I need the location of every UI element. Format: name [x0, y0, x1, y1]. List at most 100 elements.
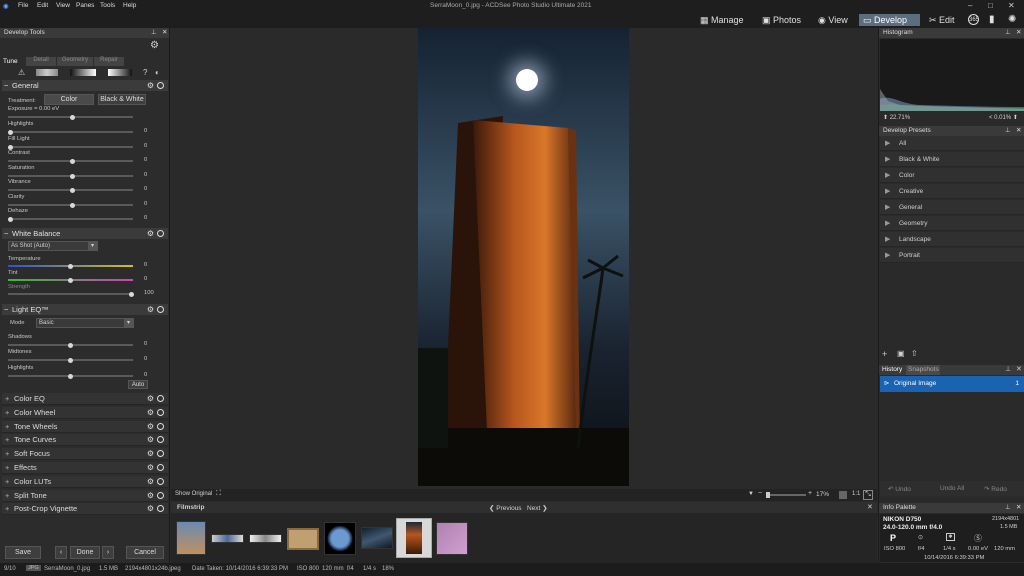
section-soft-focus[interactable]: + Soft Focus ⚙ [2, 448, 168, 461]
gear-icon[interactable]: ⚙ [147, 448, 154, 460]
slider-knob[interactable] [68, 357, 73, 363]
next-image-button[interactable]: › [102, 546, 114, 559]
slider-track[interactable] [8, 202, 133, 208]
tab-history[interactable]: History [882, 366, 902, 373]
section-post-crop-vignette[interactable]: + Post-Crop Vignette ⚙ [2, 503, 168, 516]
auto-button[interactable]: Auto [128, 380, 148, 389]
slider-knob[interactable] [70, 173, 75, 179]
section-tone-curves[interactable]: + Tone Curves ⚙ [2, 434, 168, 447]
filmstrip-thumbnail[interactable] [361, 527, 393, 549]
next-button[interactable]: Next ❯ [527, 504, 548, 512]
filmstrip-thumbnail-selected[interactable] [396, 518, 432, 558]
pin-icon[interactable]: ⊥ [151, 28, 157, 38]
section-effects[interactable]: + Effects ⚙ [2, 462, 168, 474]
close-icon[interactable]: ✕ [1008, 1, 1015, 10]
slider-track[interactable] [8, 216, 133, 222]
toggle-icon[interactable] [157, 408, 164, 416]
pin-icon[interactable]: ⊥ [1005, 126, 1011, 136]
section-color-luts[interactable]: + Color LUTs ⚙ [2, 475, 168, 488]
panel-close-icon[interactable]: ✕ [162, 28, 167, 38]
slider-track[interactable] [8, 342, 133, 348]
slider-knob[interactable] [68, 342, 73, 348]
tint-slider[interactable] [8, 277, 133, 283]
redo-button[interactable]: ↷ Redo [984, 485, 1007, 493]
cancel-button[interactable]: Cancel [126, 546, 164, 559]
pin-icon[interactable]: ⊥ [1005, 28, 1011, 38]
luminar-icon[interactable]: ✺ [1008, 14, 1016, 25]
panel-close-icon[interactable]: ✕ [1016, 365, 1022, 373]
toggle-icon[interactable] [157, 230, 164, 237]
filmstrip-toggle-icon[interactable] [36, 69, 58, 76]
slider-knob[interactable] [70, 202, 75, 208]
previous-button[interactable]: ❮ Previous [489, 504, 522, 512]
save-preset-icon[interactable]: ▣ [897, 349, 905, 358]
menu-view[interactable]: View [56, 2, 70, 9]
slider-track[interactable] [8, 173, 133, 179]
zoom-slider[interactable] [766, 492, 806, 498]
section-tone-wheels[interactable]: + Tone Wheels ⚙ [2, 420, 168, 433]
slider-knob[interactable] [766, 492, 770, 498]
prev-image-button[interactable]: ‹ [55, 546, 67, 559]
slider-track[interactable] [8, 373, 133, 379]
toggle-icon[interactable] [157, 464, 164, 471]
pin-icon[interactable]: ⊥ [1005, 503, 1011, 513]
toggle-icon[interactable] [157, 450, 164, 458]
slider-track[interactable] [8, 187, 133, 193]
tab-geometry[interactable]: Geometry [57, 57, 93, 66]
strength-slider[interactable] [8, 291, 134, 297]
slider-knob[interactable] [129, 291, 134, 297]
zoom-plus-icon[interactable]: + [808, 490, 812, 497]
filmstrip-thumbnail[interactable] [324, 522, 356, 555]
zoom-out-icon[interactable]: ▼ [748, 491, 754, 497]
panel-close-icon[interactable]: ✕ [1016, 503, 1021, 513]
slider-track[interactable] [8, 129, 133, 135]
done-button[interactable]: Done [70, 546, 100, 559]
gear-icon[interactable]: ⚙ [147, 503, 154, 515]
filmstrip-thumbnail[interactable] [249, 534, 282, 543]
image-viewer[interactable] [171, 28, 877, 489]
preset-all[interactable]: ▶ All [880, 136, 1024, 151]
fit-image-icon[interactable] [839, 491, 847, 499]
actual-size-label[interactable]: 1:1 [852, 491, 860, 497]
toggle-icon[interactable] [157, 306, 164, 313]
lighteq-mode-select[interactable]: Basic ▾ [36, 318, 134, 328]
slider-track[interactable] [8, 357, 133, 363]
365-icon[interactable]: 365 [968, 14, 979, 25]
filmstrip-thumbnail[interactable] [287, 528, 319, 550]
preset-color[interactable]: ▶ Color [880, 168, 1024, 183]
slider-knob[interactable] [68, 277, 73, 283]
filmstrip-thumbnail[interactable] [436, 522, 468, 555]
mode-view[interactable]: ◉ View [814, 14, 852, 26]
preset-black-white[interactable]: ▶ Black & White [880, 152, 1024, 167]
temperature-slider[interactable] [8, 263, 133, 269]
gear-icon[interactable]: ⚙ [147, 476, 154, 488]
mode-manage[interactable]: ▦ Manage [696, 14, 748, 26]
bw-button[interactable]: Black & White [98, 94, 146, 105]
wb-preset-select[interactable]: As Shot (Auto) ▾ [8, 241, 98, 251]
dashboard-icon[interactable]: ▮ [989, 14, 995, 25]
gear-icon[interactable]: ⚙ [147, 434, 154, 446]
section-lighteq[interactable]: − Light EQ™ ⚙ [2, 304, 168, 315]
menu-panes[interactable]: Panes [76, 2, 94, 9]
slider-track[interactable] [8, 114, 133, 120]
filmstrip-thumbnail[interactable] [176, 521, 206, 555]
slider-knob[interactable] [70, 158, 75, 164]
slider-knob[interactable] [68, 263, 73, 269]
before-after-icon[interactable]: ◐ [155, 68, 160, 77]
export-preset-icon[interactable]: ⇧ [911, 349, 918, 358]
warning-icon[interactable]: ⚠ [18, 68, 25, 77]
mode-develop[interactable]: ▭ Develop [859, 14, 920, 26]
fit-icon[interactable]: ⛶ [216, 490, 221, 498]
mode-edit[interactable]: ✂ Edit [925, 14, 959, 26]
filmstrip-close-icon[interactable]: ✕ [867, 503, 873, 511]
slider-knob[interactable] [70, 114, 75, 120]
save-button[interactable]: Save [5, 546, 41, 559]
history-item[interactable]: ⊳ Original Image 1 [880, 376, 1024, 392]
panel-close-icon[interactable]: ✕ [1016, 126, 1021, 136]
slider-track[interactable] [8, 144, 133, 150]
toggle-icon[interactable] [157, 422, 164, 430]
menu-edit[interactable]: Edit [37, 2, 48, 9]
show-original-button[interactable]: Show Original [175, 491, 212, 497]
help-icon[interactable]: ? [143, 68, 147, 77]
menu-tools[interactable]: Tools [100, 2, 115, 9]
